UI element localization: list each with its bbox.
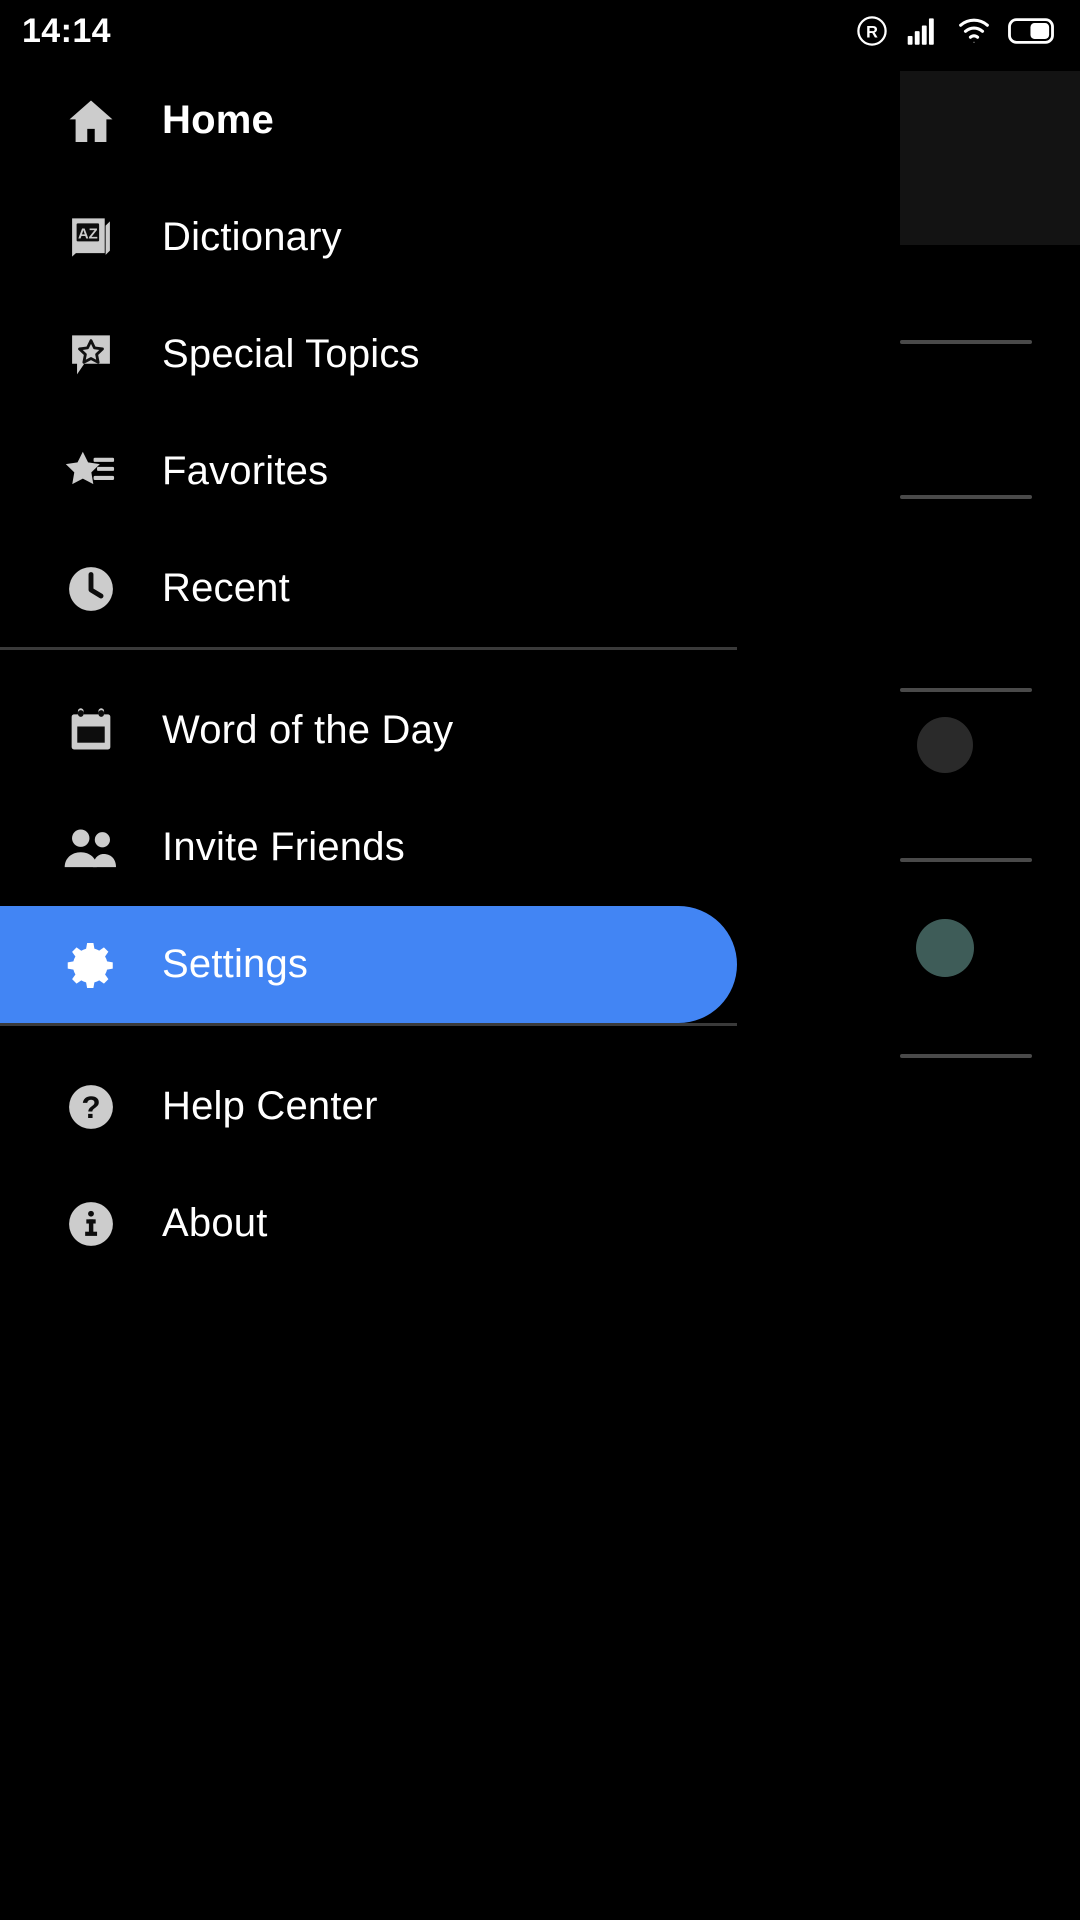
background-toggle-knob-off[interactable]: [917, 717, 973, 773]
drawer-item-invite-friends[interactable]: Invite Friends: [0, 789, 737, 906]
background-app-bar-block: [900, 71, 1080, 245]
drawer-spacer: [0, 650, 737, 672]
drawer-item-help-center[interactable]: ? Help Center: [0, 1048, 737, 1165]
drawer-item-label: Recent: [162, 566, 290, 610]
roaming-icon: R: [855, 14, 889, 48]
calendar-icon: [62, 702, 120, 760]
background-list-separator: [900, 340, 1032, 344]
drawer-item-label: Dictionary: [162, 215, 342, 259]
special-topics-icon: [62, 326, 120, 384]
drawer-item-label: About: [162, 1201, 268, 1245]
drawer-item-label: Special Topics: [162, 332, 420, 376]
recent-clock-icon: [62, 560, 120, 618]
favorites-icon: [62, 443, 120, 501]
drawer-group-secondary: Word of the Day Invite Friends Settings: [0, 672, 737, 1023]
svg-text:?: ?: [81, 1088, 100, 1124]
drawer-item-recent[interactable]: Recent: [0, 530, 737, 647]
background-list-separator: [900, 495, 1032, 499]
background-toggle-knob-on[interactable]: [916, 919, 974, 977]
status-bar-icons: R: [855, 14, 1054, 48]
svg-text:AZ: AZ: [78, 226, 98, 242]
background-list-separator: [900, 858, 1032, 862]
drawer-item-special-topics[interactable]: Special Topics: [0, 296, 737, 413]
drawer-item-label: Settings: [162, 942, 309, 986]
status-bar-clock: 14:14: [22, 11, 111, 50]
info-circle-icon: [62, 1195, 120, 1253]
svg-text:R: R: [866, 24, 878, 42]
battery-icon: [1008, 18, 1054, 44]
drawer-item-label: Favorites: [162, 449, 329, 493]
home-icon: [62, 92, 120, 150]
people-icon: [62, 819, 120, 877]
drawer-item-dictionary[interactable]: AZ Dictionary: [0, 179, 737, 296]
wifi-icon: [957, 16, 991, 46]
drawer-item-settings[interactable]: Settings: [0, 906, 737, 1023]
navigation-drawer: Home AZ Dictionary Special Topics Favori…: [0, 0, 737, 1920]
background-list-separator: [900, 1054, 1032, 1058]
drawer-item-label: Home: [162, 98, 274, 142]
drawer-item-home[interactable]: Home: [0, 62, 737, 179]
drawer-item-label: Invite Friends: [162, 825, 405, 869]
drawer-spacer: [0, 1026, 737, 1048]
background-list-separator: [900, 688, 1032, 692]
gear-icon: [62, 936, 120, 994]
drawer-group-primary: Home AZ Dictionary Special Topics Favori…: [0, 62, 737, 647]
drawer-item-favorites[interactable]: Favorites: [0, 413, 737, 530]
screen-root: Home AZ Dictionary Special Topics Favori…: [0, 0, 1080, 1920]
drawer-item-word-of-the-day[interactable]: Word of the Day: [0, 672, 737, 789]
drawer-item-about[interactable]: About: [0, 1165, 737, 1282]
dictionary-icon: AZ: [62, 209, 120, 267]
drawer-item-label: Help Center: [162, 1084, 378, 1128]
signal-icon: [906, 16, 940, 46]
drawer-group-support: ? Help Center About: [0, 1048, 737, 1282]
drawer-item-label: Word of the Day: [162, 708, 454, 752]
help-circle-icon: ?: [62, 1078, 120, 1136]
status-bar: 14:14 R: [0, 0, 1080, 62]
